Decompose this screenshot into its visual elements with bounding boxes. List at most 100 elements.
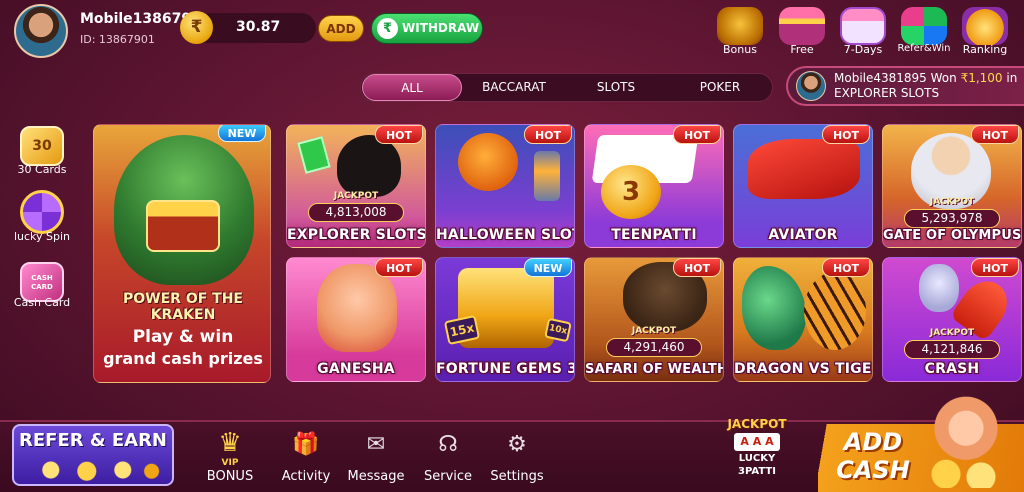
top-menu-label-free: Free: [790, 43, 814, 56]
top-menu-label-ranking: Ranking: [962, 43, 1008, 56]
gift-activity-icon[interactable]: 🎁: [288, 432, 324, 462]
hot-badge: HOT: [375, 258, 423, 277]
feature-new-badge: NEW: [218, 125, 266, 142]
winner-in-label: in: [1006, 71, 1018, 85]
user-id: ID: 13867901: [80, 33, 155, 46]
hot-badge: HOT: [971, 125, 1019, 144]
game-card-dragon-vs-tiger[interactable]: HOT DRAGON VS TIGER: [733, 257, 873, 382]
game-card-crash[interactable]: JACKPOT 4,121,846 HOT CRASH: [882, 257, 1022, 382]
gold-coin-3-art: 3: [601, 165, 661, 219]
winner-won-label: Won: [930, 71, 957, 85]
top-menu-label-refer-win: Refer&Win: [897, 43, 951, 54]
rupee-coin-icon: ₹: [180, 11, 213, 44]
game-title: GATE OF OLYMPUS: [883, 228, 1022, 243]
promo-lucky-label: LUCKY: [738, 453, 776, 464]
headset-icon[interactable]: ☊: [430, 432, 466, 462]
tab-all[interactable]: ALL: [362, 74, 462, 101]
gift-box-icon[interactable]: [779, 7, 825, 45]
game-card-gate-of-olympus[interactable]: JACKPOT 5,293,978 HOT GATE OF OLYMPUS: [882, 124, 1022, 248]
dragon-art: [742, 266, 806, 350]
gear-icon[interactable]: ⚙: [499, 432, 535, 462]
jackpot-amount: 4,121,846: [904, 340, 1000, 359]
game-card-fortune-gems-3[interactable]: 15x 10x NEW FORTUNE GEMS 3: [435, 257, 575, 382]
jackpot-amount: 4,291,460: [606, 338, 702, 357]
hot-badge: HOT: [822, 125, 870, 144]
game-title: AVIATOR: [768, 227, 838, 243]
hot-badge: HOT: [822, 258, 870, 277]
game-card-safari-of-wealth[interactable]: JACKPOT 4,291,460 HOT SAFARI OF WEALTH: [584, 257, 724, 382]
lucky-spin-wheel-icon[interactable]: [20, 190, 64, 234]
top-menu-label-bonus: Bonus: [723, 43, 757, 56]
top-menu-label-7days: 7-Days: [843, 43, 883, 56]
game-title: DRAGON VS TIGER: [734, 361, 873, 377]
thirty-cards-icon[interactable]: 30: [20, 126, 64, 166]
lantern-art: [534, 151, 560, 201]
wallet-balance: 30.87: [236, 19, 281, 35]
hot-badge: HOT: [673, 258, 721, 277]
jackpot-amount: 4,813,008: [308, 203, 404, 222]
jackpot-caption: JACKPOT: [929, 197, 975, 207]
winner-name: Mobile4381895: [834, 71, 927, 85]
user-avatar[interactable]: [14, 4, 68, 58]
side-label-lucky-spin: lucky Spin: [13, 230, 71, 243]
vip-crown-icon[interactable]: ♛: [212, 430, 248, 456]
promo-cards-icon: A A A: [734, 433, 780, 451]
game-card-ganesha[interactable]: HOT GANESHA: [286, 257, 426, 382]
jackpot-caption: JACKPOT: [333, 191, 379, 201]
treasure-chest-art: [146, 200, 220, 252]
vip-label: VIP: [221, 458, 239, 468]
game-title: CRASH: [924, 361, 980, 377]
pumpkin-art: [458, 133, 518, 191]
hot-badge: HOT: [524, 125, 572, 144]
add-cash-line-2: CASH: [836, 456, 910, 484]
winner-game: EXPLORER SLOTS: [834, 86, 940, 100]
tiger-art: [804, 272, 866, 350]
tab-slots[interactable]: SLOTS: [566, 74, 666, 101]
nav-label-service[interactable]: Service: [416, 469, 480, 484]
money-bag-icon[interactable]: [717, 7, 763, 45]
game-title: FORTUNE GEMS 3: [436, 361, 575, 377]
astronaut-art: [919, 264, 959, 312]
red-plane-art: [748, 139, 860, 199]
hot-badge: HOT: [375, 125, 423, 144]
new-badge: NEW: [524, 258, 572, 277]
gold-coins-pile-icon: [22, 458, 166, 482]
winner-ticker-text: Mobile4381895 Won ₹1,100 in EXPLORER SLO…: [834, 71, 1017, 101]
game-title: HALLOWEEN SLOTS: [436, 227, 574, 243]
social-share-icon[interactable]: [901, 7, 947, 45]
promo-jackpot-label: JACKPOT: [727, 417, 787, 431]
ganesha-coins-art: [916, 396, 1016, 488]
ganesha-art: [317, 264, 397, 352]
nav-label-activity[interactable]: Activity: [274, 469, 338, 484]
tab-poker[interactable]: POKER: [670, 74, 770, 101]
game-card-explorer-slots[interactable]: JACKPOT 4,813,008 HOT EXPLORER SLOTS: [286, 124, 426, 248]
jackpot-caption: JACKPOT: [929, 328, 975, 338]
hot-badge: HOT: [673, 125, 721, 144]
calendar-icon[interactable]: [840, 7, 886, 45]
trophy-crown-icon[interactable]: [962, 7, 1008, 45]
add-cash-label: ADD CASH: [830, 428, 916, 484]
vip-bonus-label[interactable]: BONUS: [200, 469, 260, 484]
hot-badge: HOT: [971, 258, 1019, 277]
promo-3patti-label: 3PATTI: [738, 466, 776, 477]
envelope-icon[interactable]: ✉: [358, 432, 394, 462]
game-card-halloween-slots[interactable]: HOT HALLOWEEN SLOTS: [435, 124, 575, 248]
nav-label-settings[interactable]: Settings: [485, 469, 549, 484]
nav-label-message[interactable]: Message: [342, 469, 410, 484]
feature-title: POWER OF THE KRAKEN: [123, 291, 243, 323]
add-cash-line-1: ADD: [843, 428, 903, 456]
jackpot-lucky-3patti-promo[interactable]: JACKPOT A A A LUCKY 3PATTI: [720, 415, 794, 487]
refer-earn-label: REFER & EARN: [19, 430, 167, 451]
winner-amount: ₹1,100: [960, 71, 1003, 85]
side-label-30-cards: 30 Cards: [17, 163, 67, 176]
game-title: TEENPATTI: [611, 227, 697, 243]
game-card-aviator[interactable]: HOT AVIATOR: [733, 124, 873, 248]
game-title: EXPLORER SLOTS: [287, 227, 426, 243]
game-card-teenpatti[interactable]: 3 HOT TEENPATTI: [584, 124, 724, 248]
feature-subtitle-line2: grand cash prizes: [103, 349, 263, 368]
side-label-cash-card: Cash Card: [13, 296, 71, 309]
feature-card-power-of-kraken[interactable]: NEW POWER OF THE KRAKEN Play & win grand…: [93, 124, 271, 383]
tab-baccarat[interactable]: BACCARAT: [466, 74, 562, 101]
rupee-withdraw-icon: ₹: [377, 18, 398, 39]
add-money-button[interactable]: ADD: [318, 15, 364, 42]
